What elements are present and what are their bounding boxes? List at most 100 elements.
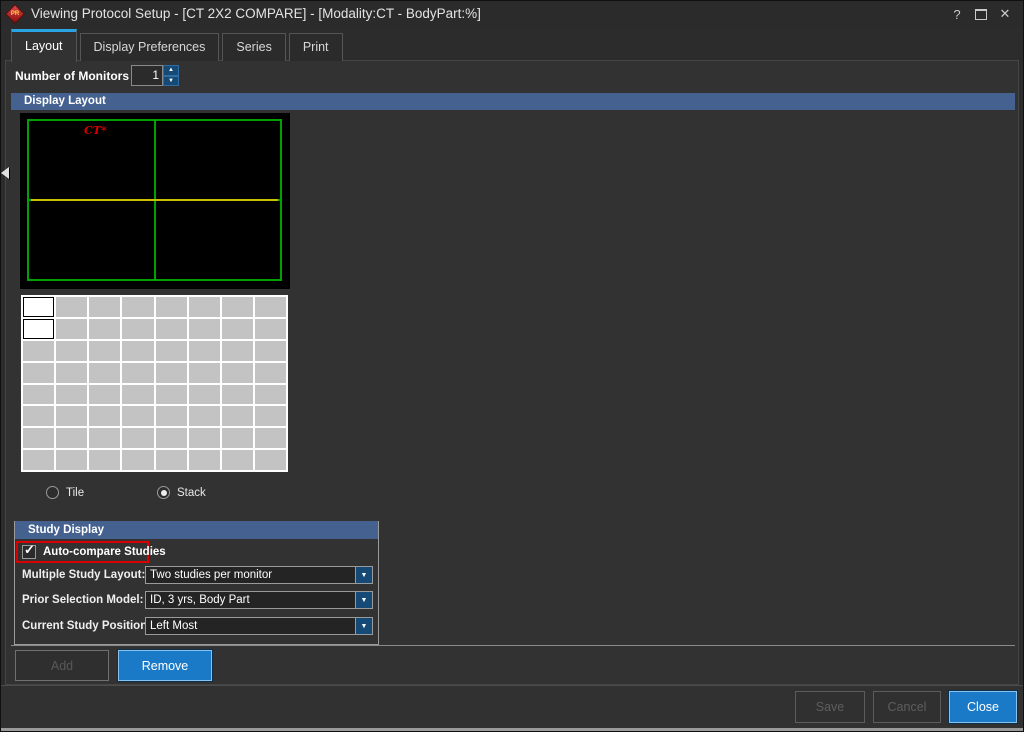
grid-selector-cell[interactable] bbox=[56, 450, 88, 470]
grid-selector-cell[interactable] bbox=[155, 297, 187, 317]
chevron-down-icon[interactable]: ▼ bbox=[355, 592, 372, 608]
grid-selector-cell[interactable] bbox=[221, 384, 253, 405]
chevron-down-icon[interactable]: ▼ bbox=[355, 618, 372, 634]
grid-selector-cell[interactable] bbox=[221, 450, 253, 470]
preview-cell[interactable] bbox=[155, 121, 280, 199]
grid-selector-cell[interactable] bbox=[56, 384, 88, 405]
tab-display-preferences[interactable]: Display Preferences bbox=[79, 33, 220, 61]
grid-selector-cell[interactable] bbox=[56, 318, 88, 339]
grid-selector-cell[interactable] bbox=[188, 384, 220, 405]
grid-selector-cell[interactable] bbox=[221, 428, 253, 449]
tab-layout[interactable]: Layout bbox=[11, 29, 77, 62]
close-button[interactable]: Close bbox=[948, 690, 1018, 724]
grid-selector-cell[interactable] bbox=[155, 406, 187, 427]
preview-cell[interactable] bbox=[29, 201, 154, 279]
grid-selector-cell[interactable] bbox=[23, 428, 55, 449]
maximize-icon bbox=[975, 8, 987, 20]
stack-radio[interactable]: Stack bbox=[157, 486, 206, 499]
prior-selection-model-select[interactable]: ID, 3 yrs, Body Part ▼ bbox=[145, 591, 373, 609]
auto-compare-checkbox[interactable]: ✓ bbox=[22, 542, 36, 559]
current-study-position-value: Left Most bbox=[150, 620, 198, 632]
grid-selector-cell[interactable] bbox=[122, 318, 154, 339]
window-controls: ? ✕ bbox=[945, 1, 1017, 27]
grid-selector-cell[interactable] bbox=[122, 384, 154, 405]
prior-selection-model-value: ID, 3 yrs, Body Part bbox=[150, 594, 250, 606]
grid-selector-cell[interactable] bbox=[155, 318, 187, 339]
grid-selector-cell[interactable] bbox=[155, 428, 187, 449]
grid-selector-cell[interactable] bbox=[23, 340, 55, 361]
grid-selector-cell[interactable] bbox=[89, 318, 121, 339]
grid-selector-cell[interactable] bbox=[89, 297, 121, 317]
remove-button[interactable]: Remove bbox=[117, 649, 213, 682]
grid-selector-cell[interactable] bbox=[254, 428, 286, 449]
grid-selector-cell[interactable] bbox=[221, 340, 253, 361]
grid-selector-cell[interactable] bbox=[155, 384, 187, 405]
multiple-study-layout-value: Two studies per monitor bbox=[150, 569, 273, 581]
tile-radio[interactable]: Tile bbox=[46, 486, 84, 499]
grid-selector-cell[interactable] bbox=[254, 297, 286, 317]
current-study-position-select[interactable]: Left Most ▼ bbox=[145, 617, 373, 635]
grid-selector-cell[interactable] bbox=[155, 340, 187, 361]
cancel-button[interactable]: Cancel bbox=[873, 691, 941, 723]
grid-selector-cell[interactable] bbox=[122, 406, 154, 427]
preview-cell[interactable] bbox=[155, 201, 280, 279]
auto-compare-label[interactable]: Auto-compare Studies bbox=[43, 546, 166, 558]
grid-selector-cell[interactable] bbox=[221, 406, 253, 427]
grid-selector-cell[interactable] bbox=[122, 340, 154, 361]
grid-selector-cell[interactable] bbox=[254, 406, 286, 427]
grid-selector-cell[interactable] bbox=[122, 297, 154, 317]
grid-selector-cell[interactable] bbox=[188, 340, 220, 361]
grid-selector-cell[interactable] bbox=[56, 297, 88, 317]
grid-selector-cell[interactable] bbox=[221, 297, 253, 317]
grid-selector-cell[interactable] bbox=[122, 428, 154, 449]
grid-selector-cell[interactable] bbox=[122, 450, 154, 470]
grid-selector-cell[interactable] bbox=[23, 318, 55, 339]
help-button[interactable]: ? bbox=[945, 3, 969, 25]
spinner-up-button[interactable]: ▲ bbox=[163, 65, 179, 76]
tab-print[interactable]: Print bbox=[288, 33, 343, 61]
grid-selector-cell[interactable] bbox=[254, 384, 286, 405]
grid-selector-cell[interactable] bbox=[89, 362, 121, 383]
grid-selector-cell[interactable] bbox=[188, 450, 220, 470]
grid-selector-cell[interactable] bbox=[56, 428, 88, 449]
chevron-down-icon[interactable]: ▼ bbox=[355, 567, 372, 583]
grid-selector-cell[interactable] bbox=[254, 340, 286, 361]
number-of-monitors-input[interactable]: 1 bbox=[131, 65, 163, 86]
grid-selector-cell[interactable] bbox=[155, 450, 187, 470]
grid-selector-cell[interactable] bbox=[122, 362, 154, 383]
grid-selector-cell[interactable] bbox=[89, 450, 121, 470]
grid-selector-cell[interactable] bbox=[188, 318, 220, 339]
grid-selector-cell[interactable] bbox=[188, 406, 220, 427]
grid-selector-cell[interactable] bbox=[89, 406, 121, 427]
grid-selector-cell[interactable] bbox=[23, 406, 55, 427]
window-bottom-edge bbox=[1, 728, 1023, 731]
save-button[interactable]: Save bbox=[795, 691, 865, 723]
grid-selector-cell[interactable] bbox=[188, 428, 220, 449]
grid-selector-cell[interactable] bbox=[254, 450, 286, 470]
tile-radio-label: Tile bbox=[66, 486, 85, 499]
close-window-button[interactable]: ✕ bbox=[993, 3, 1017, 25]
grid-selector-cell[interactable] bbox=[89, 340, 121, 361]
grid-selector-cell[interactable] bbox=[221, 318, 253, 339]
multiple-study-layout-select[interactable]: Two studies per monitor ▼ bbox=[145, 566, 373, 584]
grid-selector-cell[interactable] bbox=[188, 362, 220, 383]
grid-selector-cell[interactable] bbox=[23, 384, 55, 405]
grid-selector-cell[interactable] bbox=[155, 362, 187, 383]
grid-selector-cell[interactable] bbox=[254, 362, 286, 383]
grid-selector-cell[interactable] bbox=[23, 450, 55, 470]
add-button[interactable]: Add bbox=[15, 650, 109, 681]
maximize-button[interactable] bbox=[969, 3, 993, 25]
grid-selector-cell[interactable] bbox=[188, 297, 220, 317]
grid-selector-cell[interactable] bbox=[89, 384, 121, 405]
check-icon: ✓ bbox=[24, 542, 35, 557]
grid-selector-cell[interactable] bbox=[23, 297, 55, 317]
tab-series[interactable]: Series bbox=[222, 33, 286, 61]
spinner-down-button[interactable]: ▼ bbox=[163, 75, 179, 86]
grid-selector-cell[interactable] bbox=[254, 318, 286, 339]
grid-selector-cell[interactable] bbox=[56, 362, 88, 383]
grid-selector-cell[interactable] bbox=[89, 428, 121, 449]
grid-selector-cell[interactable] bbox=[56, 406, 88, 427]
grid-selector-cell[interactable] bbox=[23, 362, 55, 383]
grid-selector-cell[interactable] bbox=[56, 340, 88, 361]
grid-selector-cell[interactable] bbox=[221, 362, 253, 383]
